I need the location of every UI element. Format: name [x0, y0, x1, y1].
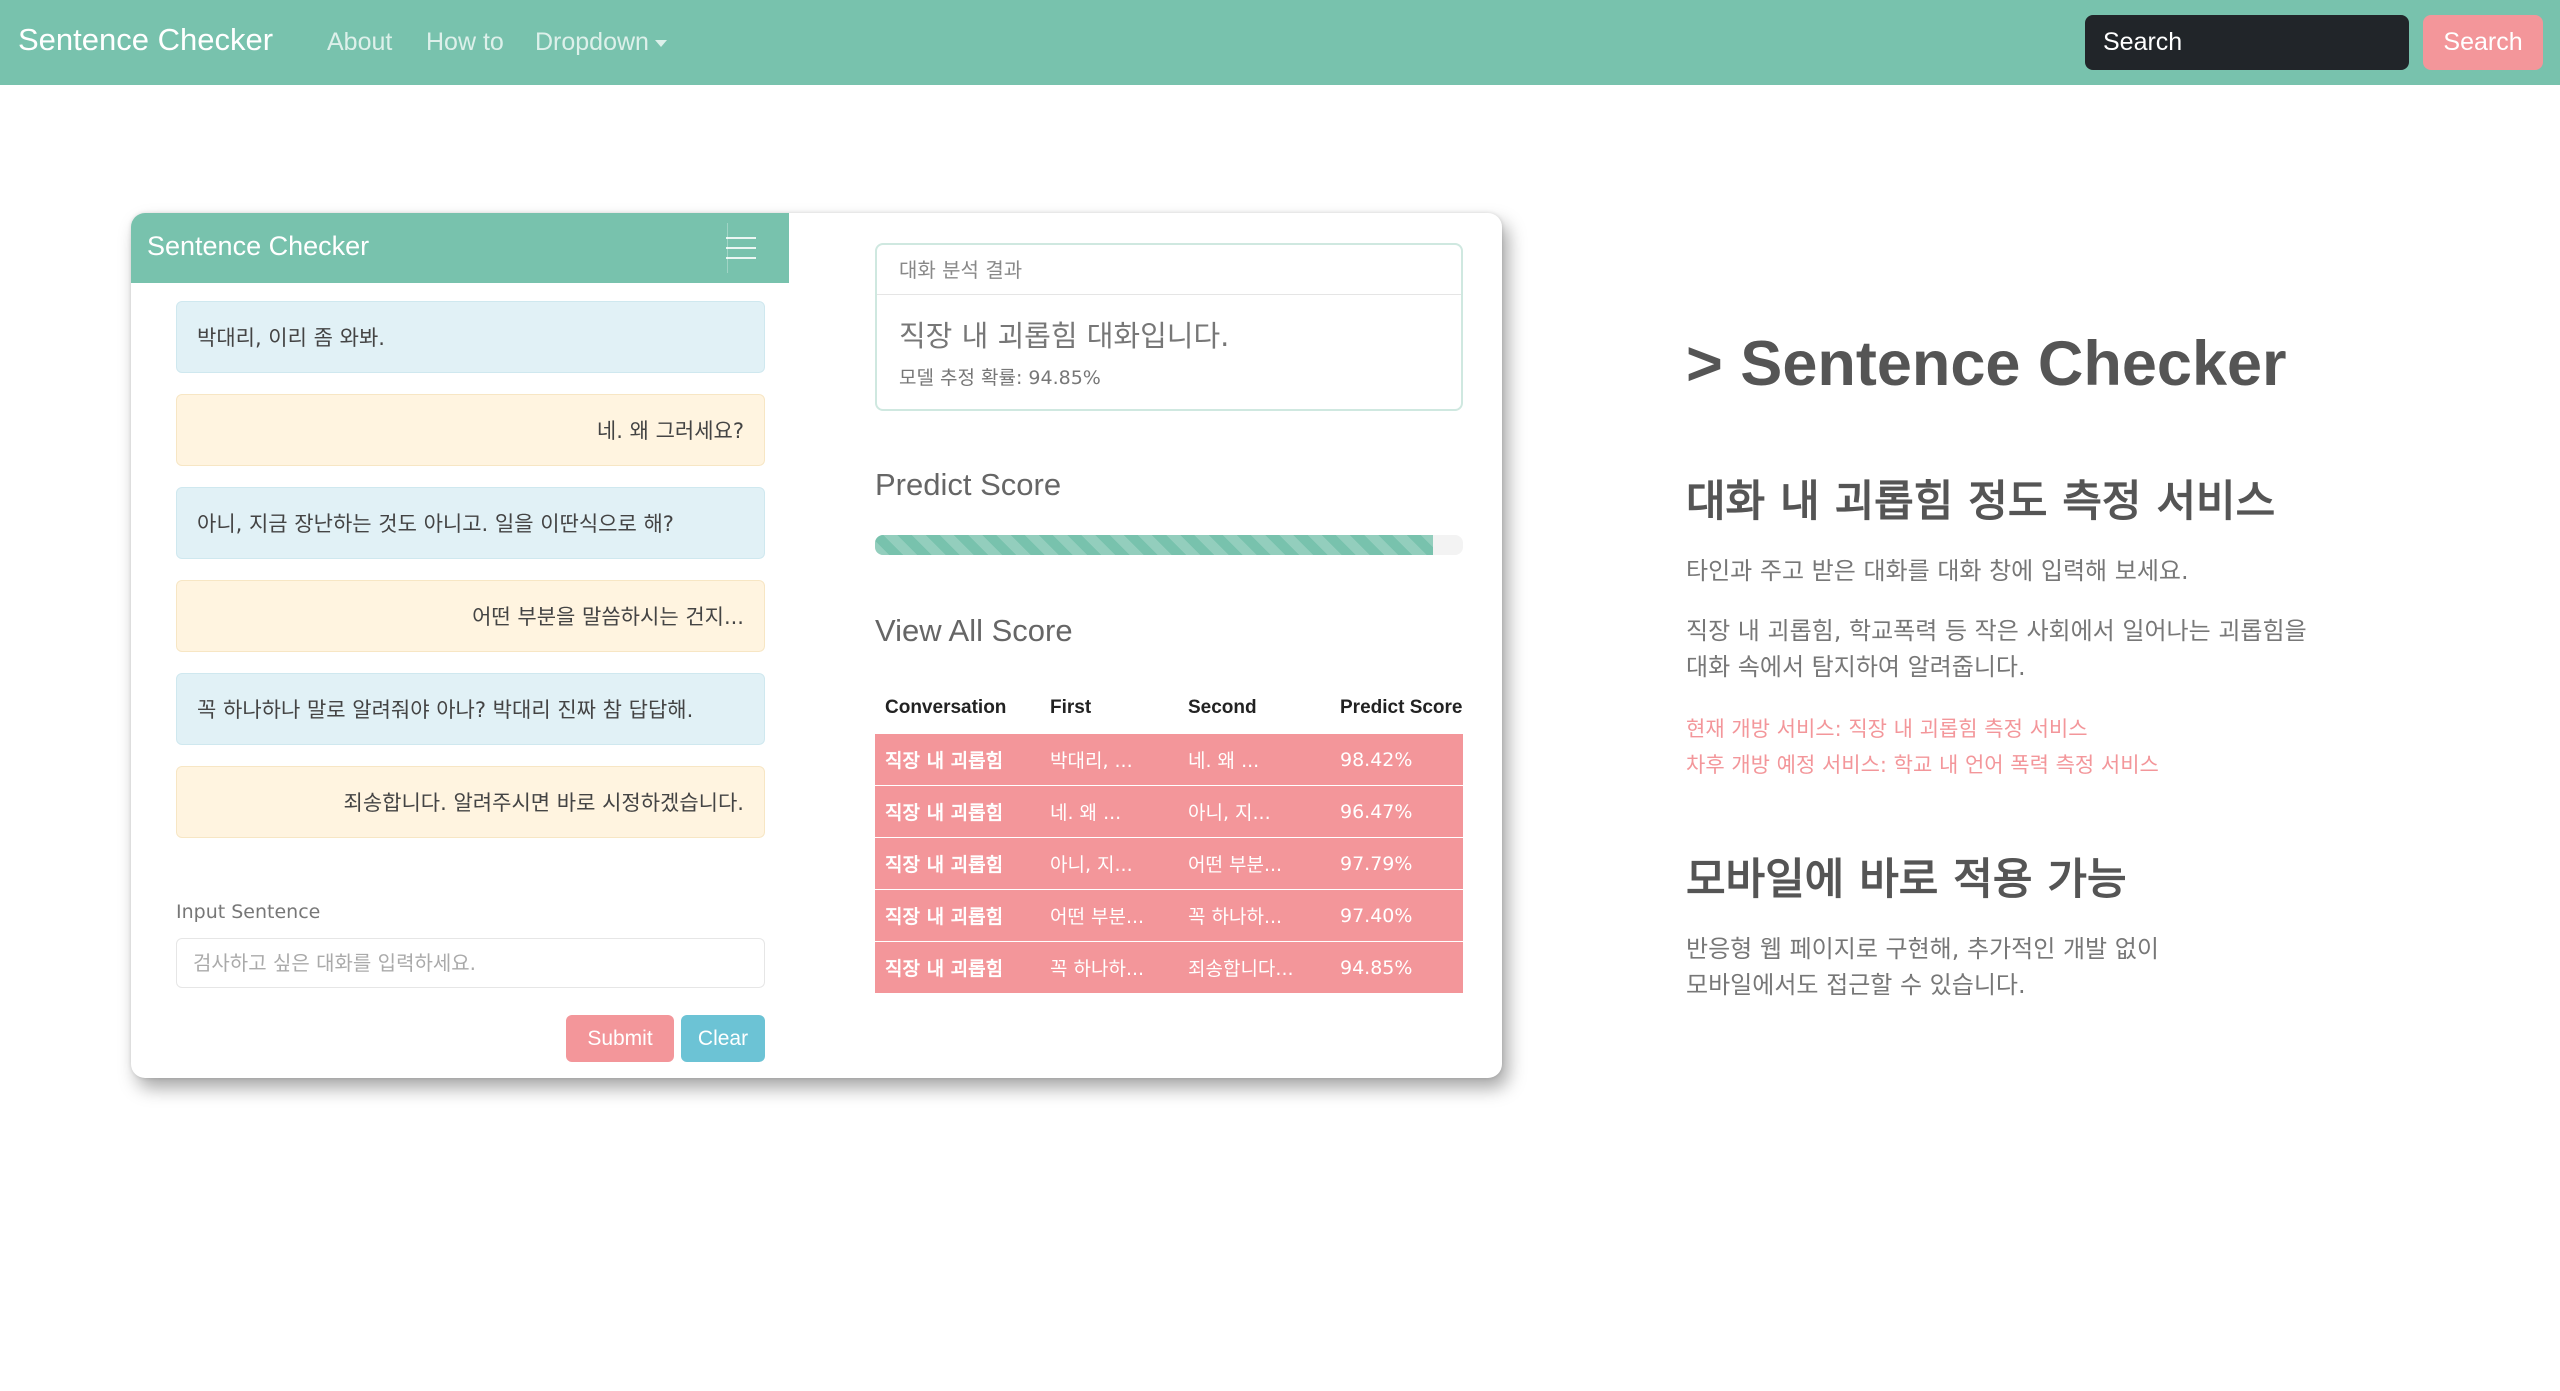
- view-all-score-title: View All Score: [875, 613, 1073, 648]
- cell-second: 죄송합니다...: [1178, 941, 1330, 993]
- section2-text: 모바일에서도 접근할 수 있습니다.: [1686, 971, 2026, 999]
- service-link-current[interactable]: 현재 개방 서비스: 직장 내 괴롭힘 측정 서비스: [1686, 711, 2088, 747]
- cell-conversation: 직장 내 괴롭힘: [875, 837, 1040, 890]
- table-row[interactable]: 직장 내 괴롭힘 아니, 지... 어떤 부분... 97.79%: [875, 837, 1463, 890]
- sentence-input[interactable]: 검사하고 싶은 대화를 입력하세요.: [176, 938, 765, 988]
- submit-button[interactable]: Submit: [566, 1015, 674, 1062]
- cell-first: 네. 왜 ...: [1040, 785, 1178, 838]
- side-heading: > Sentence Checker: [1686, 329, 2287, 399]
- navbar-brand[interactable]: Sentence Checker: [18, 22, 273, 58]
- cell-second: 네. 왜 ...: [1178, 733, 1330, 786]
- nav-dropdown[interactable]: Dropdown: [535, 28, 667, 57]
- cell-conversation: 직장 내 괴롭힘: [875, 941, 1040, 993]
- result-verdict: 직장 내 괴롭힘 대화입니다.: [899, 319, 1230, 353]
- chat-header: Sentence Checker: [131, 213, 789, 283]
- input-label: Input Sentence: [176, 901, 321, 923]
- chat-message-right: 죄송합니다. 알려주시면 바로 시정하겠습니다.: [176, 766, 765, 838]
- nav-link-about[interactable]: About: [327, 28, 392, 57]
- result-probability: 모델 추정 확률: 94.85%: [899, 367, 1101, 389]
- predict-progress-bar: [875, 535, 1463, 555]
- chat-title: Sentence Checker: [147, 231, 370, 261]
- table-row[interactable]: 직장 내 괴롭힘 꼭 하나하... 죄송합니다... 94.85%: [875, 941, 1463, 993]
- cell-second: 꼭 하나하...: [1178, 889, 1330, 942]
- result-card: 대화 분석 결과 직장 내 괴롭힘 대화입니다. 모델 추정 확률: 94.85…: [875, 243, 1463, 411]
- cell-score: 97.79%: [1330, 837, 1463, 890]
- cell-score: 97.40%: [1330, 889, 1463, 942]
- nav-link-how-to[interactable]: How to: [426, 28, 504, 57]
- cell-conversation: 직장 내 괴롭힘: [875, 889, 1040, 942]
- cell-second: 어떤 부분...: [1178, 837, 1330, 890]
- cell-first: 어떤 부분...: [1040, 889, 1178, 942]
- cell-score: 94.85%: [1330, 941, 1463, 993]
- cell-second: 아니, 지...: [1178, 785, 1330, 838]
- cell-score: 98.42%: [1330, 733, 1463, 786]
- cell-first: 꼭 하나하...: [1040, 941, 1178, 993]
- section1-text: 직장 내 괴롭힘, 학교폭력 등 작은 사회에서 일어나는 괴롭힘을: [1686, 617, 2307, 645]
- result-header: 대화 분석 결과: [877, 245, 1461, 295]
- cell-conversation: 직장 내 괴롭힘: [875, 733, 1040, 786]
- cell-score: 96.47%: [1330, 785, 1463, 838]
- section1-text: 대화 속에서 탐지하여 알려줍니다.: [1686, 653, 2026, 681]
- column-header: First: [1050, 697, 1092, 718]
- service-link-upcoming[interactable]: 차후 개방 예정 서비스: 학교 내 언어 폭력 측정 서비스: [1686, 747, 2159, 783]
- cell-first: 박대리, ...: [1040, 733, 1178, 786]
- search-button[interactable]: Search: [2423, 15, 2543, 70]
- column-header: Second: [1188, 697, 1257, 718]
- table-row[interactable]: 직장 내 괴롭힘 네. 왜 ... 아니, 지... 96.47%: [875, 785, 1463, 838]
- chat-message-right: 어떤 부분을 말씀하시는 건지...: [176, 580, 765, 652]
- section2-text: 반응형 웹 페이지로 구현해, 추가적인 개발 없이: [1686, 935, 2159, 963]
- cell-conversation: 직장 내 괴롭힘: [875, 785, 1040, 838]
- column-header: Predict Score: [1340, 697, 1463, 718]
- nav-dropdown-label: Dropdown: [535, 28, 649, 56]
- clear-button[interactable]: Clear: [681, 1015, 765, 1062]
- navbar: Sentence Checker About How to Dropdown S…: [0, 0, 2560, 85]
- section1-title: 대화 내 괴롭힘 정도 측정 서비스: [1686, 477, 2276, 527]
- table-header-row: Conversation First Second Predict Score: [875, 683, 1463, 734]
- predict-score-title: Predict Score: [875, 467, 1062, 502]
- section1-text: 타인과 주고 받은 대화를 대화 창에 입력해 보세요.: [1686, 557, 2189, 585]
- chevron-down-icon: [654, 39, 667, 47]
- score-table: Conversation First Second Predict Score …: [875, 683, 1463, 993]
- checker-card: Sentence Checker 박대리, 이리 좀 와봐. 네. 왜 그러세요…: [131, 213, 1502, 1078]
- search-input[interactable]: Search: [2085, 15, 2409, 70]
- cell-first: 아니, 지...: [1040, 837, 1178, 890]
- predict-progress-fill: [875, 535, 1433, 555]
- menu-icon[interactable]: [726, 237, 756, 261]
- chat-message-left: 꼭 하나하나 말로 알려줘야 아나? 박대리 진짜 참 답답해.: [176, 673, 765, 745]
- chat-message-left: 아니, 지금 장난하는 것도 아니고. 일을 이딴식으로 해?: [176, 487, 765, 559]
- section2-title: 모바일에 바로 적용 가능: [1686, 855, 2127, 905]
- column-header: Conversation: [885, 697, 1007, 718]
- chat-message-right: 네. 왜 그러세요?: [176, 394, 765, 466]
- table-row[interactable]: 직장 내 괴롭힘 어떤 부분... 꼭 하나하... 97.40%: [875, 889, 1463, 942]
- chat-message-left: 박대리, 이리 좀 와봐.: [176, 301, 765, 373]
- table-row[interactable]: 직장 내 괴롭힘 박대리, ... 네. 왜 ... 98.42%: [875, 733, 1463, 786]
